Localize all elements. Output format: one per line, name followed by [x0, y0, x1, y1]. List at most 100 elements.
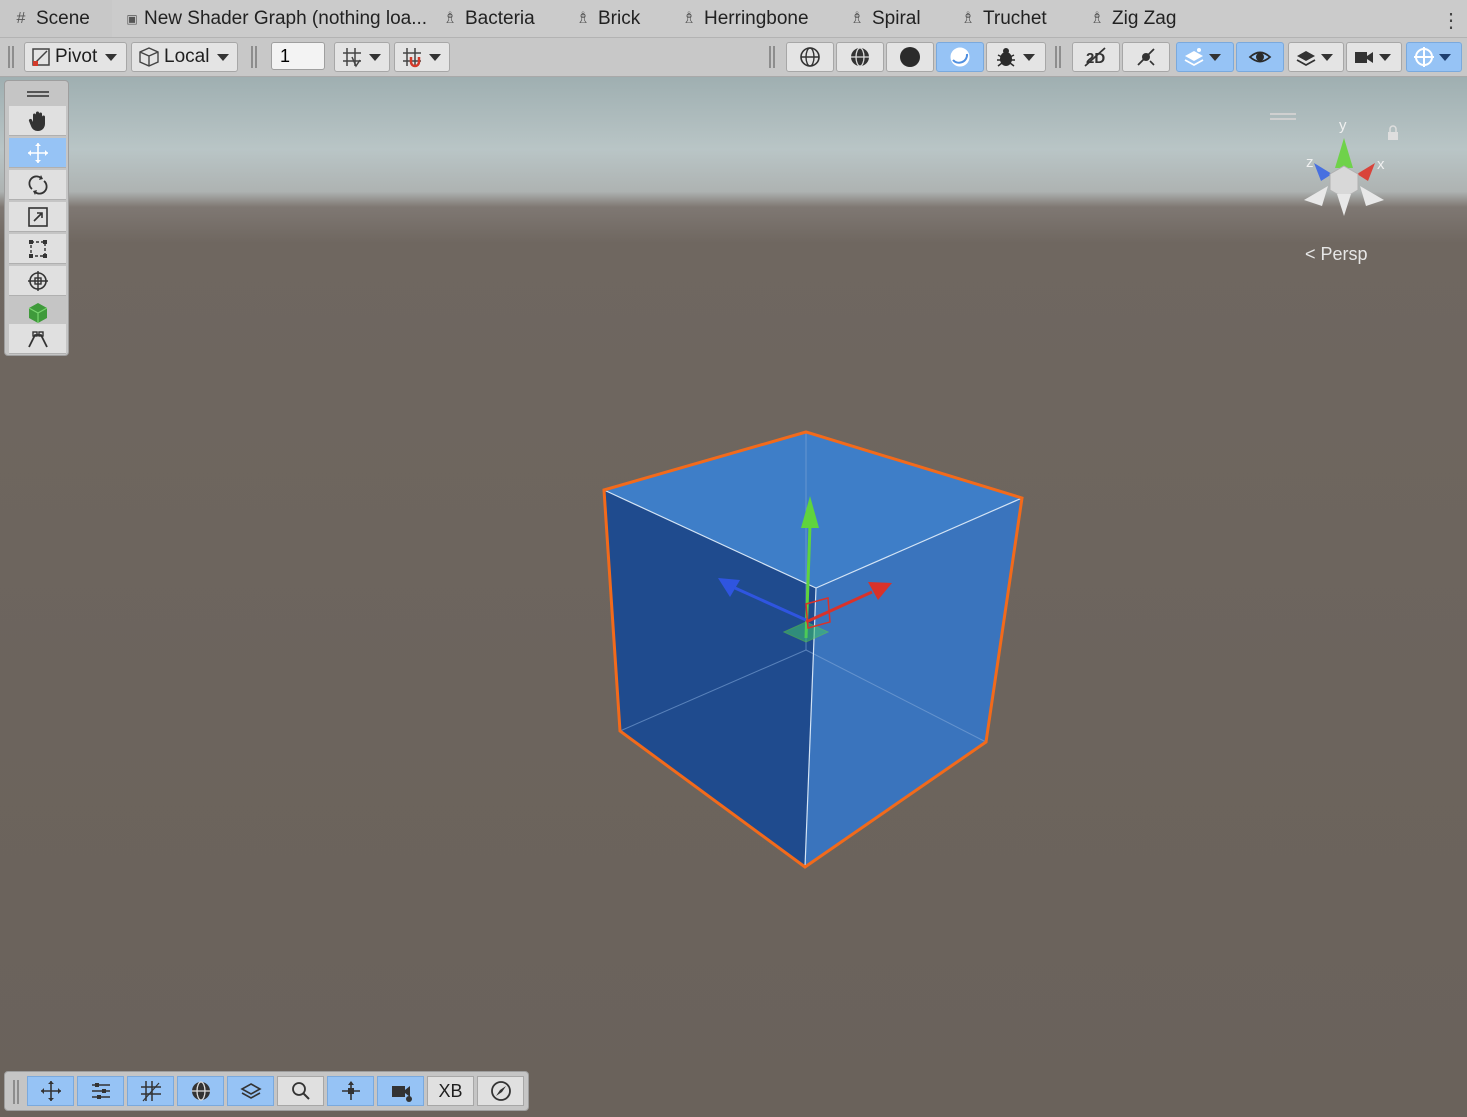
scene-viewport[interactable]: y x z — [0, 77, 1467, 1117]
2d-toggle-icon: 2D — [1084, 47, 1106, 67]
tools-overlay — [4, 80, 69, 356]
chevron-down-icon — [1023, 53, 1035, 61]
overlay-layers-button[interactable] — [227, 1076, 274, 1106]
gizmo-center-cube[interactable] — [1329, 165, 1359, 199]
shader-asset-icon: ♗ — [442, 9, 458, 27]
pivot-dropdown[interactable]: Pivot — [24, 42, 127, 72]
camera-settings-dropdown[interactable] — [1346, 42, 1402, 72]
gizmo-cone-neg-z[interactable] — [1360, 186, 1384, 206]
scale-icon — [27, 206, 48, 227]
space-dropdown[interactable]: Local — [131, 42, 238, 72]
shaded-sphere-icon — [900, 47, 920, 67]
unlit-sphere-icon — [950, 47, 970, 67]
layers-effects-icon — [1184, 48, 1204, 67]
tab-brick[interactable]: ♗ Brick — [574, 0, 640, 37]
overlay-search-button[interactable] — [277, 1076, 324, 1106]
toolbar-separator — [1055, 46, 1061, 68]
chevron-down-icon — [1209, 53, 1221, 61]
projection-toggle[interactable]: < Persp — [1305, 244, 1368, 265]
hand-tool-button[interactable] — [9, 106, 66, 136]
shaded-wireframe-button[interactable] — [836, 42, 884, 72]
grid-snap-button[interactable] — [334, 42, 390, 72]
chevron-left-icon: < — [1305, 244, 1316, 264]
tab-scene[interactable]: # Scene — [0, 0, 112, 37]
overlay-move-button[interactable] — [27, 1076, 74, 1106]
unlit-mode-button[interactable] — [936, 42, 984, 72]
overlay-shading-button[interactable] — [177, 1076, 224, 1106]
spline-tool-button[interactable] — [9, 324, 66, 354]
tab-bar: # Scene ▣ New Shader Graph (nothing loa.… — [0, 0, 1467, 38]
camera-icon — [391, 1086, 412, 1102]
hand-icon — [28, 111, 45, 131]
wireframe-mode-button[interactable] — [786, 42, 834, 72]
scene-canvas: y x z — [602, 117, 1398, 869]
gizmo-cone-neg-x[interactable] — [1304, 186, 1328, 206]
shader-asset-icon: ♗ — [1089, 9, 1105, 27]
scale-tool-button[interactable] — [9, 202, 66, 232]
grid-hash-icon: # — [16, 9, 26, 27]
tab-label: New Shader Graph (nothing loa... — [144, 7, 428, 29]
tab-label: Zig Zag — [1112, 7, 1177, 29]
chevron-down-icon — [369, 53, 381, 61]
gizmo-label-z: z — [1306, 154, 1314, 171]
rect-transform-icon — [28, 239, 47, 258]
chevron-down-icon — [1321, 53, 1333, 61]
gizmo-cone-y[interactable] — [1335, 138, 1353, 168]
gizmos-dropdown[interactable] — [1406, 42, 1462, 72]
xb-label: XB — [438, 1080, 463, 1101]
compass-icon — [490, 1081, 511, 1101]
overlay-camera-button[interactable] — [377, 1076, 424, 1106]
chevron-down-icon — [1379, 53, 1391, 61]
shader-asset-icon: ♗ — [849, 9, 865, 27]
local-cube-icon — [139, 47, 159, 67]
tab-herringbone[interactable]: ♗ Herringbone — [680, 0, 809, 37]
gizmo-drag-handle[interactable] — [1270, 113, 1296, 120]
tab-spiral[interactable]: ♗ Spiral — [848, 0, 921, 37]
rotate-tool-button[interactable] — [9, 170, 66, 200]
move-arrows-icon — [27, 142, 48, 163]
gizmo-label-x: x — [1377, 156, 1385, 173]
more-options-icon[interactable]: ⋮ — [1441, 8, 1461, 33]
gizmo-cone-z[interactable] — [1314, 163, 1332, 181]
orientation-gizmo[interactable]: y x z — [1304, 117, 1398, 216]
grid-snap-value-input[interactable] — [271, 42, 325, 70]
shaded-wireframe-icon — [191, 1081, 210, 1101]
overlay-compass-button[interactable] — [477, 1076, 524, 1106]
move-tool-button[interactable] — [9, 138, 66, 168]
rect-tool-button[interactable] — [9, 234, 66, 264]
chevron-down-icon — [217, 53, 230, 61]
scene-visibility-button[interactable] — [1236, 42, 1284, 72]
overlay-drag-handle[interactable] — [27, 91, 49, 97]
gizmo-cone-x[interactable] — [1357, 163, 1375, 181]
scene-toolbar: Pivot Local 2D — [0, 38, 1467, 77]
2d-mode-button[interactable]: 2D — [1072, 42, 1120, 72]
tab-shader-graph[interactable]: ▣ New Shader Graph (nothing loa... — [126, 0, 427, 37]
layers-dropdown[interactable] — [1288, 42, 1344, 72]
lock-icon[interactable] — [1388, 132, 1398, 140]
pivot-label: Pivot — [55, 46, 98, 67]
grid-icon — [140, 1081, 161, 1102]
overlay-orientation-button[interactable] — [327, 1076, 374, 1106]
tab-label: Brick — [598, 7, 641, 29]
overlay-settings-button[interactable] — [77, 1076, 124, 1106]
scene-lighting-button[interactable] — [1122, 42, 1170, 72]
space-label: Local — [164, 46, 210, 67]
gizmo-cone-neg-y[interactable] — [1337, 194, 1351, 216]
transform-icon — [27, 270, 48, 291]
incremental-snap-button[interactable] — [394, 42, 450, 72]
layers-icon — [239, 1083, 262, 1099]
shader-asset-icon: ♗ — [960, 9, 976, 27]
shaded-mode-button[interactable] — [886, 42, 934, 72]
tab-bacteria[interactable]: ♗ Bacteria — [441, 0, 535, 37]
tab-zig-zag[interactable]: ♗ Zig Zag — [1088, 0, 1177, 37]
shader-asset-icon: ♗ — [575, 9, 591, 27]
lighting-off-icon — [1137, 48, 1155, 66]
overlay-xb-button[interactable]: XB — [427, 1076, 474, 1106]
transform-tool-button[interactable] — [9, 266, 66, 296]
debug-draw-dropdown[interactable] — [986, 42, 1046, 72]
overlay-grid-button[interactable] — [127, 1076, 174, 1106]
overlay-drag-handle[interactable] — [13, 1080, 19, 1104]
tab-truchet[interactable]: ♗ Truchet — [959, 0, 1047, 37]
scene-effects-dropdown[interactable] — [1176, 42, 1234, 72]
toolbar-drag-handle[interactable] — [8, 46, 14, 68]
